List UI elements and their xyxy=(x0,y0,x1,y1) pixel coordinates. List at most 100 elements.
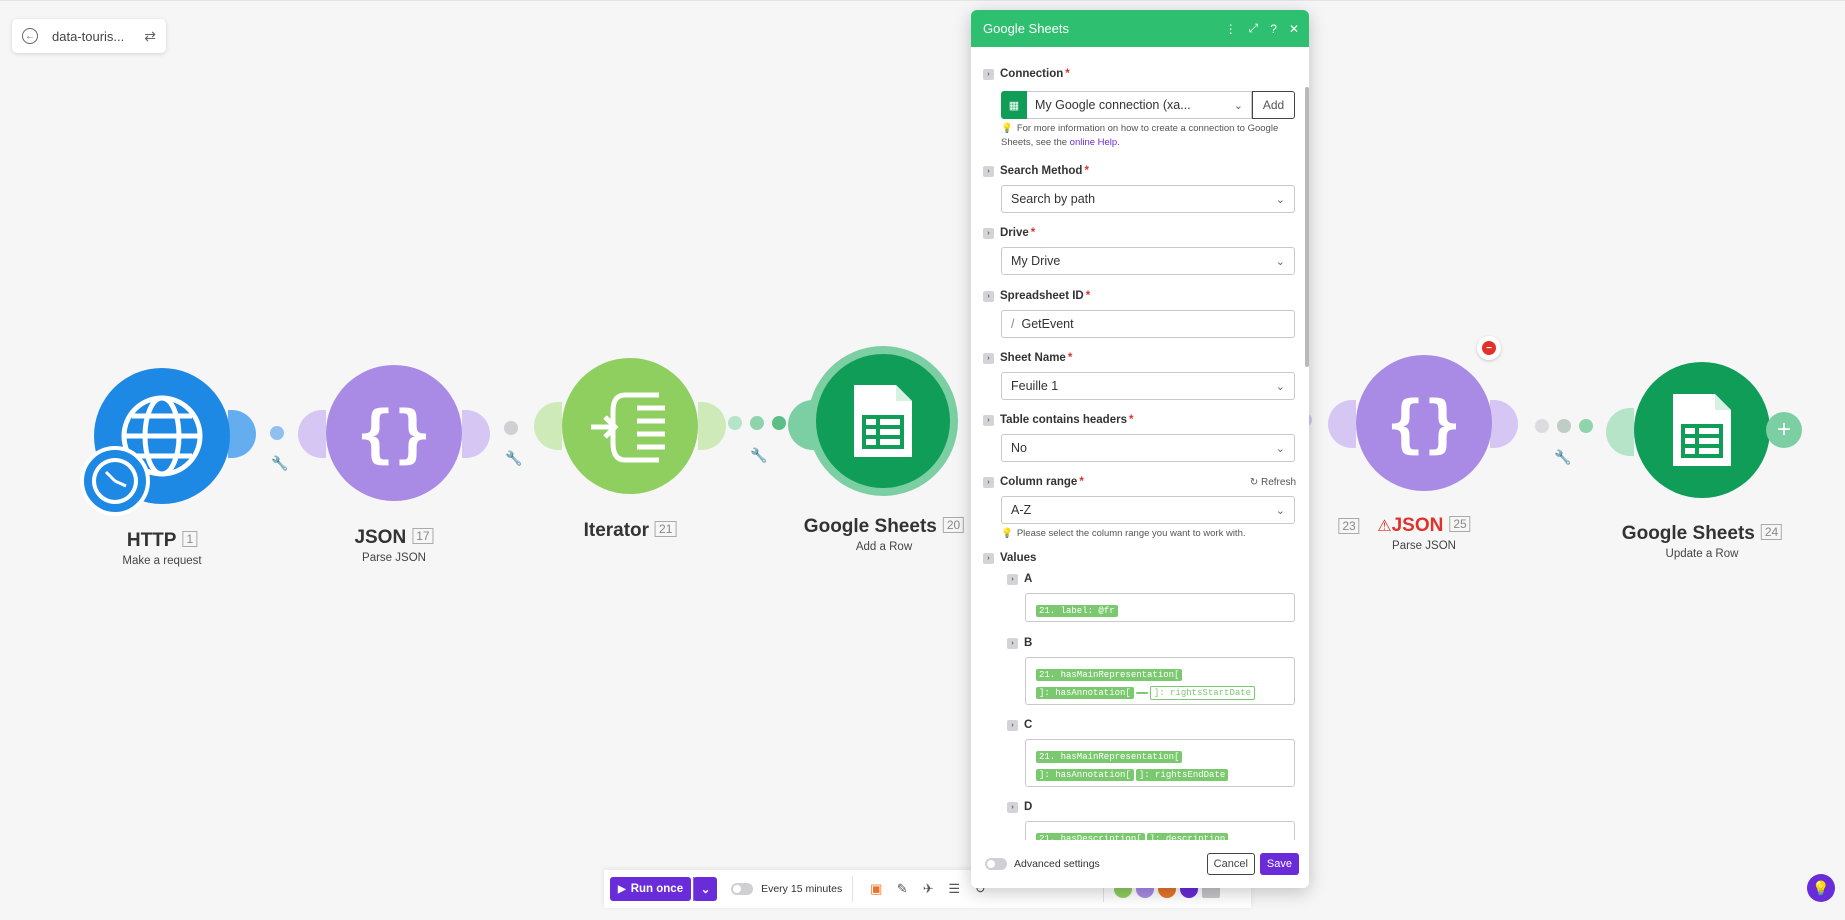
run-once-label: Run once xyxy=(630,883,684,895)
help-icon[interactable]: ? xyxy=(1270,22,1277,36)
expand-caret-icon[interactable]: › xyxy=(983,290,994,302)
connector-dot[interactable] xyxy=(772,416,786,430)
sheets-module-active[interactable] xyxy=(808,346,958,496)
online-help-link[interactable]: online Help xyxy=(1070,137,1118,148)
sheets2-label: Google Sheets 24 Update a Row xyxy=(1621,523,1783,560)
module-name: Iterator xyxy=(583,520,650,541)
mapped-value-pill[interactable]: 21. label: @fr xyxy=(1036,605,1118,617)
wrench-icon[interactable]: 🔧 xyxy=(750,447,767,464)
module-id: 23 xyxy=(1338,518,1360,534)
expand-caret-icon[interactable]: › xyxy=(1007,801,1018,813)
mapped-value-pill[interactable]: 21. hasMainRepresentation[ xyxy=(1036,669,1183,681)
table-headers-select[interactable]: No ⌄ xyxy=(1001,434,1295,462)
sheet-name-select[interactable]: Feuille 1 ⌄ xyxy=(1001,372,1295,400)
module-name: Google Sheets xyxy=(1621,523,1755,544)
connector-dot[interactable] xyxy=(1535,419,1549,433)
module-id: 1 xyxy=(182,531,198,547)
expand-caret-icon[interactable]: › xyxy=(1007,719,1018,731)
connector-dot[interactable] xyxy=(270,426,284,440)
align-icon[interactable]: ✈ xyxy=(918,881,938,897)
module-settings-panel: Google Sheets ⋮ ⤢ ? ✕ › Connection * ▦ My … xyxy=(971,10,1309,888)
datastore-icon[interactable]: ☰ xyxy=(944,881,964,897)
connector-dot[interactable] xyxy=(1579,419,1593,433)
expand-caret-icon[interactable]: › xyxy=(983,552,994,564)
warning-icon: ⚠ xyxy=(1377,518,1392,535)
advanced-settings-toggle[interactable] xyxy=(985,858,1007,870)
scrollbar[interactable] xyxy=(1305,87,1309,367)
swap-icon[interactable]: ⇄ xyxy=(144,28,156,45)
scenario-title[interactable]: data-touris... xyxy=(52,29,144,44)
magic-wand-icon[interactable]: ✎ xyxy=(892,881,912,897)
mapped-value-pill[interactable]: ]: hasAnnotation[ xyxy=(1036,769,1134,781)
expand-caret-icon[interactable]: › xyxy=(983,476,994,488)
json2-right-ear xyxy=(1490,400,1518,448)
sheet-icon xyxy=(854,385,912,457)
save-button[interactable]: Save xyxy=(1259,853,1299,875)
run-once-dropdown[interactable]: ⌄ xyxy=(693,877,718,901)
help-bulb-button[interactable]: 💡 xyxy=(1807,874,1835,902)
module-subtitle: Parse JSON xyxy=(362,552,426,564)
value-b-field[interactable]: 21. hasMainRepresentation[ ]: hasAnnotat… xyxy=(1025,657,1295,705)
module-subtitle: Update a Row xyxy=(1665,548,1739,560)
mapped-value-pill[interactable] xyxy=(1135,692,1148,694)
schedule-clock-icon[interactable] xyxy=(80,446,150,516)
value-c-field[interactable]: 21. hasMainRepresentation[ ]: hasAnnotat… xyxy=(1025,739,1295,787)
json2-label: ⚠JSON 25 Parse JSON xyxy=(1377,515,1471,552)
connector-dot[interactable] xyxy=(1557,419,1571,433)
close-icon[interactable]: ✕ xyxy=(1289,22,1299,36)
column-range-select[interactable]: A-Z ⌄ xyxy=(1001,496,1295,524)
value-a-field[interactable]: 21. label: @fr xyxy=(1025,593,1295,622)
expand-caret-icon[interactable]: › xyxy=(983,165,994,177)
mapped-value-pill[interactable]: ]: rightsStartDate xyxy=(1149,686,1256,700)
sheets-label: Google Sheets 20 Add a Row xyxy=(803,516,965,553)
module-name: Google Sheets xyxy=(803,516,937,537)
table-headers-label: › Table contains headers * xyxy=(983,414,1133,426)
expand-caret-icon[interactable]: › xyxy=(1007,637,1018,649)
save-scenario-icon[interactable]: ▣ xyxy=(866,881,886,897)
expand-caret-icon[interactable]: › xyxy=(983,414,994,426)
run-once-main[interactable]: ▶ Run once xyxy=(610,883,691,895)
schedule-toggle[interactable]: Every 15 minutes xyxy=(731,883,842,895)
add-connection-button[interactable]: Add xyxy=(1252,91,1295,119)
expand-caret-icon[interactable]: › xyxy=(983,68,994,80)
connector-dot[interactable] xyxy=(504,421,518,435)
connection-select[interactable]: My Google connection (xa... ⌄ xyxy=(1027,91,1252,119)
scenario-chip[interactable]: ← data-touris... ⇄ xyxy=(12,19,166,53)
mapped-value-pill[interactable]: 21. hasMainRepresentation[ xyxy=(1036,751,1183,763)
expand-icon[interactable]: ⤢ xyxy=(1249,21,1259,36)
hidden-module-label: 23 xyxy=(1332,518,1360,538)
iterator-module[interactable] xyxy=(562,358,698,494)
module-id: 17 xyxy=(412,528,434,544)
refresh-button[interactable]: ↻ Refresh xyxy=(1250,477,1296,488)
sheets2-module[interactable] xyxy=(1634,362,1770,498)
connector-dot[interactable] xyxy=(750,416,764,430)
wrench-icon[interactable]: 🔧 xyxy=(505,450,522,467)
add-module-icon[interactable]: + xyxy=(1766,412,1802,448)
json-module[interactable]: {} xyxy=(326,365,462,501)
more-options-icon[interactable]: ⋮ xyxy=(1225,22,1237,36)
cancel-button[interactable]: Cancel xyxy=(1206,853,1255,875)
wrench-icon[interactable]: 🔧 xyxy=(271,455,288,472)
expand-caret-icon[interactable]: › xyxy=(1007,573,1018,585)
chevron-down-icon: ⌄ xyxy=(1275,255,1285,268)
mapped-value-pill[interactable]: ]: hasAnnotation[ xyxy=(1036,687,1134,699)
mapped-value-pill[interactable]: ]: rightsEndDate xyxy=(1135,769,1229,781)
expand-caret-icon[interactable]: › xyxy=(983,352,994,364)
json2-module[interactable]: {} xyxy=(1356,355,1492,491)
schedule-switch[interactable] xyxy=(731,883,754,895)
module-id: 25 xyxy=(1449,516,1471,532)
chevron-down-icon: ⌄ xyxy=(1233,99,1243,112)
run-once-button[interactable]: ▶ Run once xyxy=(610,877,692,901)
wrench-icon[interactable]: 🔧 xyxy=(1554,449,1571,466)
remove-module-icon[interactable]: − xyxy=(1477,336,1501,360)
braces-icon: {} xyxy=(356,396,432,470)
back-icon[interactable]: ← xyxy=(22,28,38,44)
connector-dot[interactable] xyxy=(728,416,742,430)
search-method-select[interactable]: Search by path ⌄ xyxy=(1001,185,1295,213)
spreadsheet-id-field[interactable]: / GetEvent xyxy=(1001,310,1295,338)
expand-caret-icon[interactable]: › xyxy=(983,227,994,239)
advanced-settings-label: Advanced settings xyxy=(1014,858,1100,870)
drive-select[interactable]: My Drive ⌄ xyxy=(1001,247,1295,275)
braces-icon: {} xyxy=(1386,386,1462,460)
column-range-hint: 💡 Please select the column range you want… xyxy=(1001,528,1246,539)
